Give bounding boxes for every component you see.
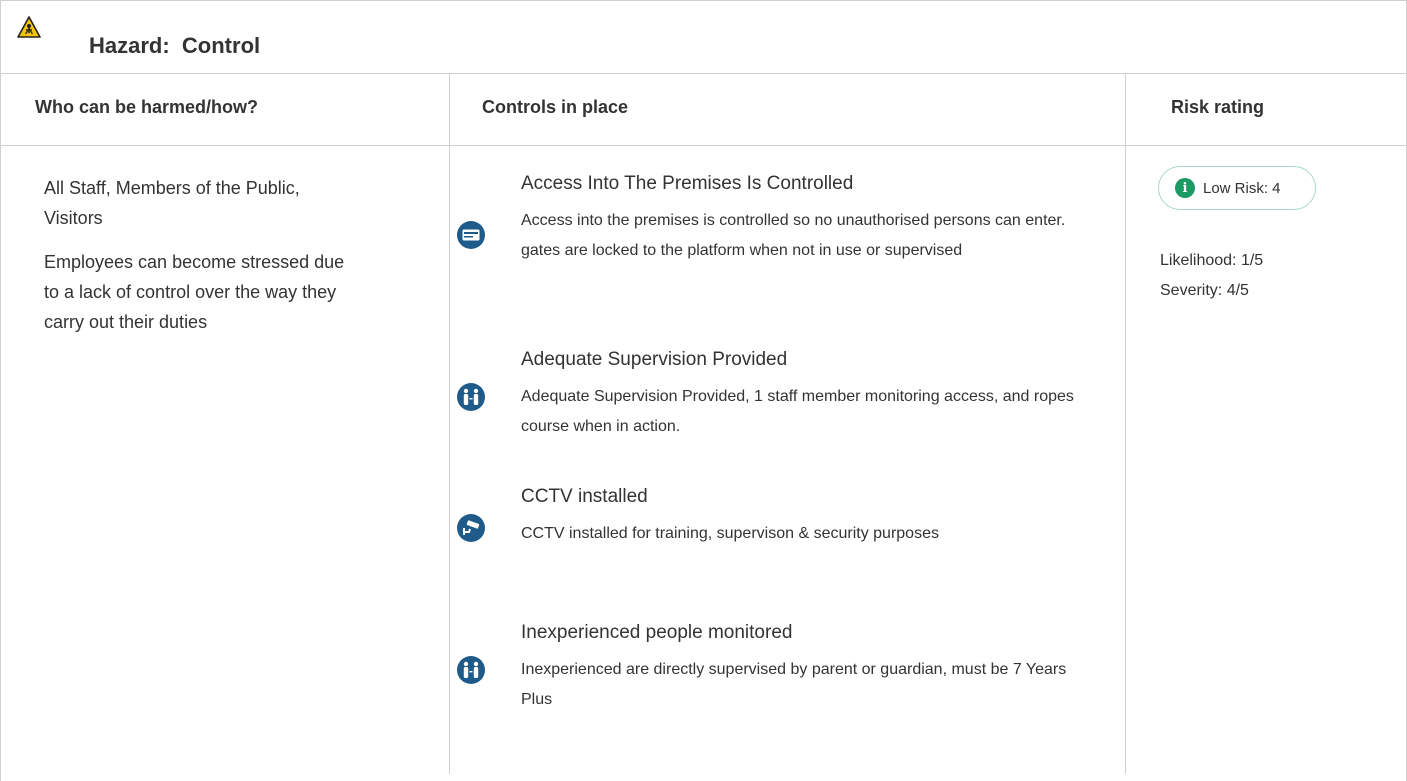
control-item: Access Into The Premises Is Controlled A… — [457, 173, 1065, 313]
affected-groups: All Staff, Members of the Public, Visito… — [44, 178, 300, 228]
harm-description: Employees can become stressed due to a l… — [44, 252, 345, 332]
column-header-risk: Risk rating — [1171, 97, 1265, 117]
control-title: Adequate Supervision Provided — [521, 349, 788, 370]
table-header-row: Who can be harmed/how? Controls in place… — [1, 74, 1406, 146]
control-description: Adequate Supervision Provided, 1 staff m… — [521, 388, 1074, 435]
control-description: Inexperienced are directly supervised by… — [521, 661, 1067, 708]
supervision-people-icon — [457, 383, 485, 411]
control-item: Inexperienced people monitored Inexperie… — [457, 622, 1066, 722]
control-title: Access Into The Premises Is Controlled — [521, 173, 854, 194]
column-header-who: Who can be harmed/how? — [35, 97, 259, 117]
hazard-title-bar: Hazard: Control — [1, 1, 1406, 74]
column-divider — [1125, 74, 1126, 774]
hazard-card: Hazard: Control Who can be harmed/how? C… — [0, 0, 1407, 781]
severity-value: Severity: 4/5 — [1160, 282, 1249, 299]
column-header-controls: Controls in place — [482, 97, 629, 117]
likelihood-value: Likelihood: 1/5 — [1160, 252, 1264, 269]
control-item: CCTV installed CCTV installed for traini… — [457, 486, 1057, 586]
info-icon: i — [1175, 178, 1195, 198]
control-title: CCTV installed — [521, 486, 648, 507]
control-description: Access into the premises is controlled s… — [521, 212, 1066, 259]
cctv-camera-icon — [457, 514, 485, 542]
control-title: Inexperienced people monitored — [521, 622, 793, 643]
risk-metrics: Likelihood: 1/5 Severity: 4/5 — [1160, 246, 1263, 306]
who-can-be-harmed: All Staff, Members of the Public, Visito… — [44, 173, 354, 351]
control-item: Adequate Supervision Provided Adequate S… — [457, 349, 1074, 449]
risk-rating-badge[interactable]: i Low Risk: 4 — [1158, 166, 1316, 210]
hazard-name: Control — [181, 33, 261, 58]
pass-card-icon — [457, 221, 485, 249]
hazard-warning-icon — [17, 16, 41, 38]
control-description: CCTV installed for training, supervison … — [521, 525, 939, 542]
column-divider — [449, 74, 450, 774]
supervision-people-icon — [457, 656, 485, 684]
hazard-label: Hazard: — [89, 33, 170, 58]
hazard-title: Hazard: Control — [89, 33, 260, 59]
risk-rating-label: Low Risk: 4 — [1203, 180, 1281, 197]
